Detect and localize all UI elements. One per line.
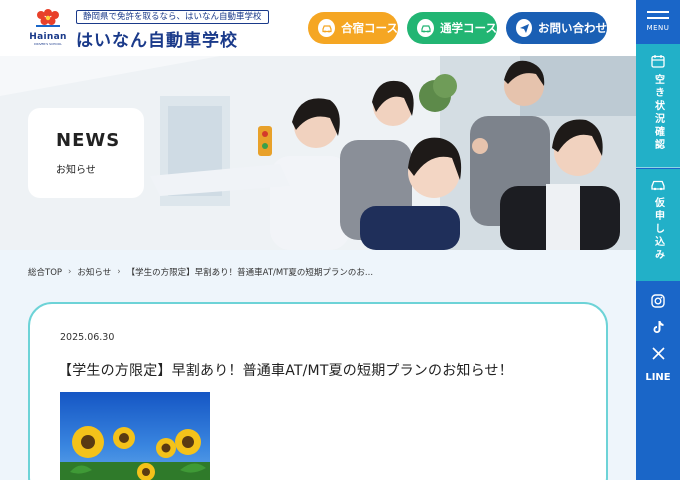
contact-button[interactable]: お問い合わせ xyxy=(506,12,607,44)
camp-course-button[interactable]: 合宿コース xyxy=(308,12,398,44)
car-icon xyxy=(318,19,336,37)
tiktok-icon[interactable] xyxy=(649,318,667,336)
logo-wordmark: Hainan xyxy=(29,32,67,42)
pre-apply-button[interactable]: 仮申し込み xyxy=(636,169,680,281)
camp-course-label: 合宿コース xyxy=(341,21,398,35)
hero-banner: NEWS お知らせ xyxy=(0,56,636,250)
header-tagline: 静岡県で免許を取るなら、はいなん自動車学校 xyxy=(76,10,269,24)
sunflower-2 xyxy=(113,427,135,449)
line-link[interactable]: LINE xyxy=(645,372,670,383)
article-card: 2025.06.30 【学生の方限定】早割あり！普通車AT/MT夏の短期プランの… xyxy=(28,302,608,480)
sunflower-1 xyxy=(72,426,104,458)
school-logo[interactable]: Hainan DRIVER'S SCHOOL xyxy=(26,8,70,48)
right-sidebar: MENU 空き状況確認 仮申し込み LINE xyxy=(636,0,680,480)
x-icon[interactable] xyxy=(649,344,667,362)
sunflower-3 xyxy=(156,438,176,458)
site-header: Hainan DRIVER'S SCHOOL 静岡県で免許を取るなら、はいなん自… xyxy=(0,0,636,56)
send-icon xyxy=(516,19,532,37)
breadcrumb-news-link[interactable]: お知らせ xyxy=(77,266,111,278)
vacancy-check-button[interactable]: 空き状況確認 xyxy=(636,44,680,168)
menu-button[interactable]: MENU xyxy=(636,0,680,44)
social-links: LINE xyxy=(636,282,680,480)
menu-label: MENU xyxy=(646,24,670,32)
sunflower-4 xyxy=(175,429,201,455)
car-icon xyxy=(417,19,435,37)
contact-label: お問い合わせ xyxy=(538,21,607,35)
article-date: 2025.06.30 xyxy=(60,332,115,343)
calendar-icon xyxy=(651,55,665,68)
breadcrumb-current: 【学生の方限定】早割あり！普通車AT/MT夏の短期プランのお... xyxy=(126,268,374,278)
article-title: 【学生の方限定】早割あり！普通車AT/MT夏の短期プランのお知らせ！ xyxy=(58,363,513,379)
pre-apply-label: 仮申し込み xyxy=(652,197,664,262)
logo-mark-icon xyxy=(36,9,60,27)
breadcrumb: 総合TOP › お知らせ › 【学生の方限定】早割あり！普通車AT/MT夏の短期… xyxy=(28,266,373,278)
news-heading-card: NEWS お知らせ xyxy=(28,108,144,198)
commute-course-label: 通学コース xyxy=(440,21,497,35)
sunflower-photo xyxy=(60,426,210,480)
chevron-right-icon: › xyxy=(117,267,121,277)
hamburger-icon xyxy=(647,17,669,19)
commute-course-button[interactable]: 通学コース xyxy=(407,12,497,44)
breadcrumb-top-link[interactable]: 総合TOP xyxy=(28,266,62,278)
car-icon xyxy=(651,180,665,191)
school-name: はいなん自動車学校 xyxy=(76,31,238,51)
hamburger-icon xyxy=(647,11,669,13)
logo-subtext: DRIVER'S SCHOOL xyxy=(34,42,62,46)
news-title: NEWS xyxy=(56,130,121,151)
instagram-icon[interactable] xyxy=(649,292,667,310)
vacancy-label: 空き状況確認 xyxy=(652,74,664,152)
article-image xyxy=(60,392,210,480)
news-subtitle: お知らせ xyxy=(56,165,96,176)
chevron-right-icon: › xyxy=(68,267,72,277)
